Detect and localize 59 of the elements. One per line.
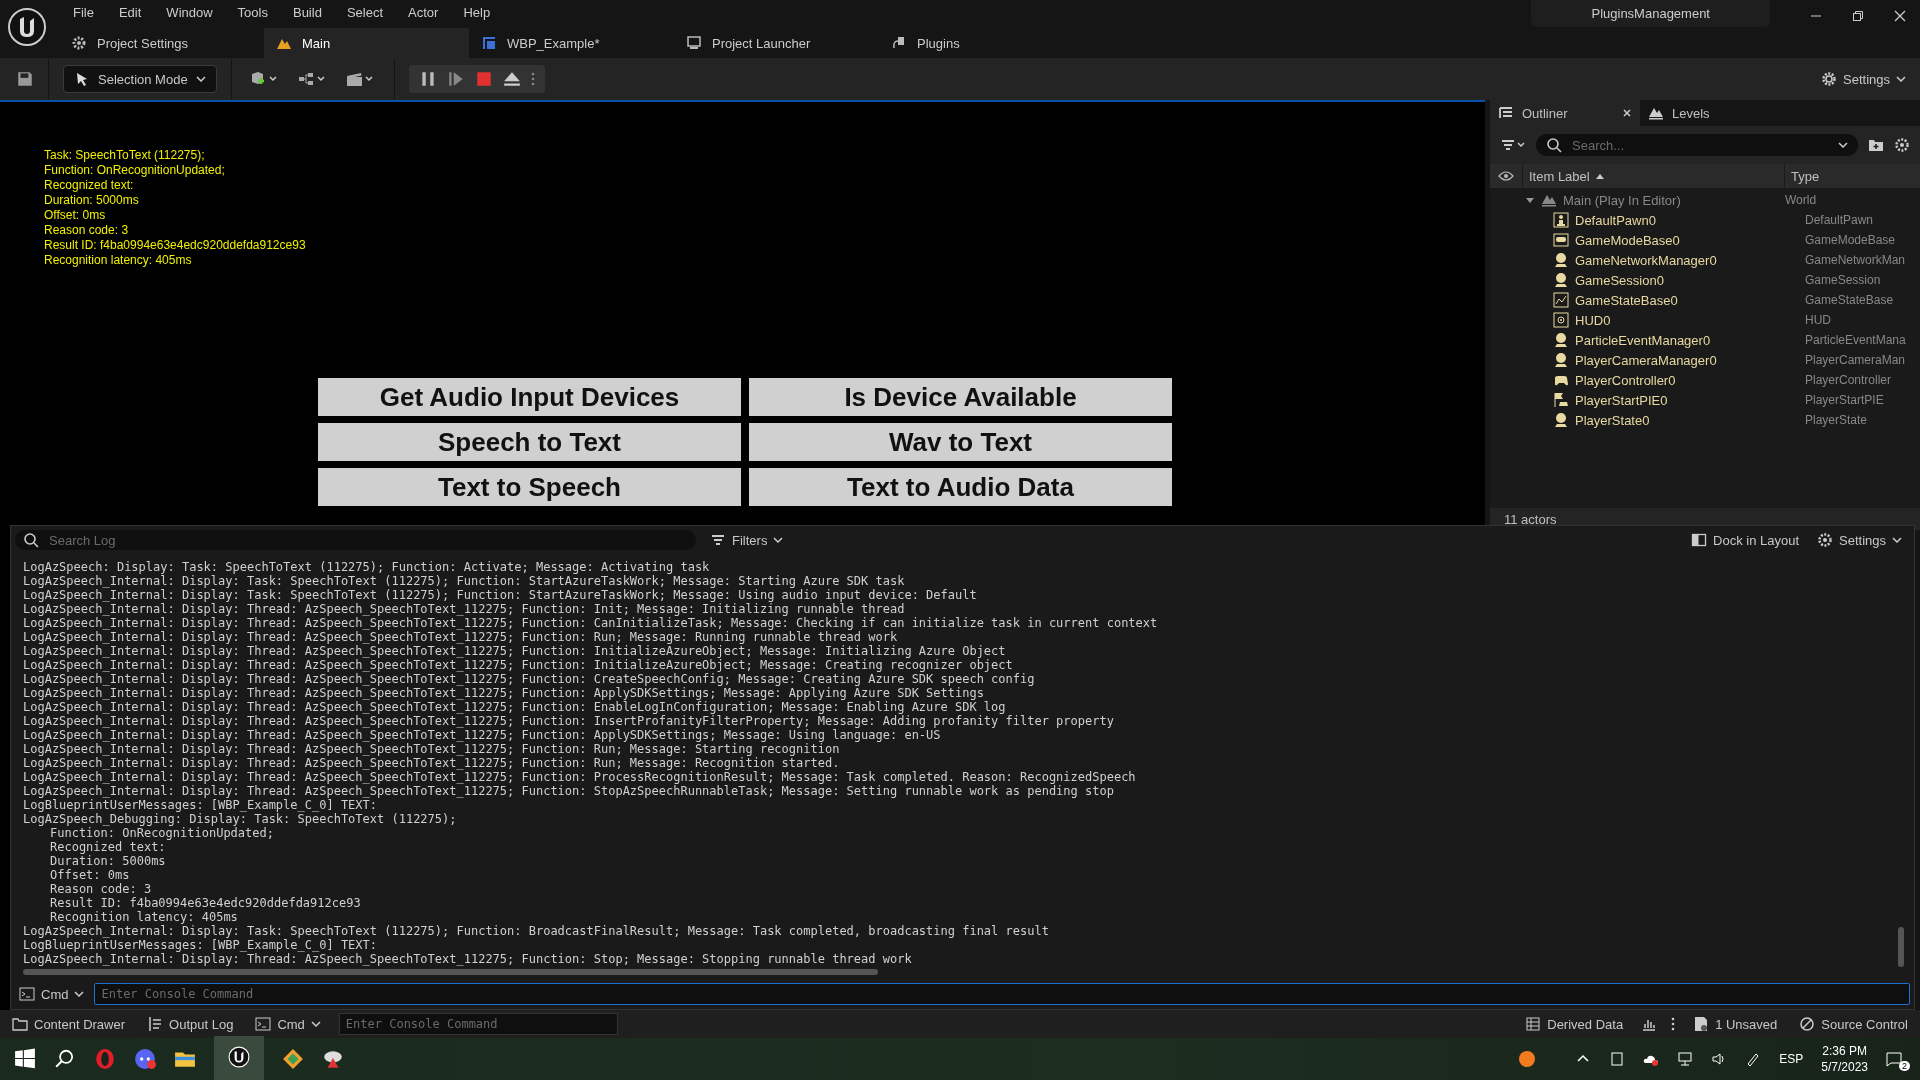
debug-text: Result ID: f4ba0994e63e4edc920ddefda912ce93 [44,238,307,253]
tab-label: Project Settings [97,35,189,51]
log-line: LogBlueprintUserMessages: [WBP_Example_C_0] TEXT: [22,798,378,812]
log-line: Result ID: f4ba0994e63e4edc920ddefda912ce93 [49,896,362,910]
log-line: LogAzSpeech_Internal: Display: Task: SpeechToText (112275); Function: StartAzureTaskWork; Message: Using audio input device: Default [22,588,978,602]
log-line: LogAzSpeech_Debugging: Display: Task: SpeechToText (112275); [22,812,458,826]
type-cell-text: GameStateBase [1804,293,1895,307]
log-line: LogAzSpeech_Internal: Display: Thread: AzSpeech_SpeechToText_112275; Function: InitializeAzureObject; Message: Creating recognizer object [22,658,1014,672]
debug-text: Recognition latency: 405ms [44,253,193,268]
tab-label: WBP_Example* [507,35,600,51]
log-line: LogAzSpeech_Internal: Display: Thread: AzSpeech_SpeechToText_112275; Function: Init; Message: Initializing runnable thread [22,602,906,616]
debug-text: Task: SpeechToText (112275); [44,148,206,163]
actor-count: 11 actors [1504,511,1557,527]
log-line: LogAzSpeech_Internal: Display: Thread: AzSpeech_SpeechToText_112275; Function: ApplySDKSettings; Message: Using language: en-US [22,728,942,742]
type-cell-text: PlayerStartPIE [1804,393,1885,407]
type-cell-text: World [1784,193,1818,207]
debug-text: Offset: 0ms [44,208,107,223]
type-cell-text: PlayerCameraMan [1804,353,1907,367]
tab-label: Levels [1672,105,1710,121]
log-line: LogAzSpeech_Internal: Display: Thread: AzSpeech_SpeechToText_112275; Function: Run; Message: Starting recognition [22,742,841,756]
type-cell-text: ParticleEventMana [1804,333,1907,347]
type-cell-text: PlayerController [1804,373,1893,387]
log-line: LogAzSpeech_Internal: Display: Thread: AzSpeech_SpeechToText_112275; Function: Run; Message: Running runnable thread work [22,630,899,644]
debug-text: Recognized text: [44,178,135,193]
type-cell-text: GameModeBase [1804,233,1897,247]
project-name: PluginsManagement [1531,0,1770,27]
log-line: LogAzSpeech_Internal: Display: Thread: AzSpeech_SpeechToText_112275; Function: InitializeAzureObject; Message: Initializing Azure Object [22,644,1007,658]
log-line: Reason code: 3 [49,882,153,896]
log-line: LogAzSpeech_Internal: Display: Thread: AzSpeech_SpeechToText_112275; Function: CanInitializeTask; Message: Checking if can initialize task in current context [22,616,1159,630]
tab-label: Outliner [1522,105,1568,121]
log-line: Duration: 5000ms [49,854,167,868]
log-line: LogAzSpeech_Internal: Display: Thread: AzSpeech_SpeechToText_112275; Function: CreateSpeechConfig; Message: Creating Azure SDK speech config [22,672,1036,686]
log-line: LogAzSpeech_Internal: Display: Thread: AzSpeech_SpeechToText_112275; Function: EnableLogInConfiguration; Message: Enabling Azure SDK log [22,700,1007,714]
log-line: LogAzSpeech_Internal: Display: Task: SpeechToText (112275); Function: BroadcastFinalResult; Message: Task completed, broadcasting final result [22,924,1050,938]
log-line: LogAzSpeech_Internal: Display: Thread: AzSpeech_SpeechToText_112275; Function: ProcessRecognitionResult; Message: Task completed. Reason: RecognizedSpeech [22,770,1137,784]
log-line: LogAzSpeech_Internal: Display: Thread: AzSpeech_SpeechToText_112275; Function: InsertProfanityFilterProperty; Message: Adding profanity filter property [22,714,1115,728]
log-line: LogAzSpeech_Internal: Display: Task: SpeechToText (112275); Function: StartAzureTaskWork; Message: Starting Azure SDK task [22,574,906,588]
log-line: LogAzSpeech_Internal: Display: Thread: AzSpeech_SpeechToText_112275; Function: ApplySDKSettings; Message: Applying Azure SDK Settings [22,686,985,700]
type-cell-text: HUD [1804,313,1832,327]
log-line: Recognized text: [49,840,167,854]
debug-text: Duration: 5000ms [44,193,140,208]
type-cell-text: DefaultPawn [1804,213,1875,227]
type-cell-text: GameSession [1804,273,1882,287]
tab-label: Project Launcher [712,35,811,51]
log-line: LogAzSpeech_Internal: Display: Thread: AzSpeech_SpeechToText_112275; Function: StopAzSpeechRunnableTask; Message: Setting runnable work as pending stop [22,784,1115,798]
log-line: Function: OnRecognitionUpdated; [49,826,275,840]
debug-text: Function: OnRecognitionUpdated; [44,163,226,178]
notification-count: 2 [1899,1061,1910,1071]
log-line: LogAzSpeech_Internal: Display: Thread: AzSpeech_SpeechToText_112275; Function: Stop; Message: Stopping runnable thread work [22,952,913,966]
log-line: Recognition latency: 405ms [49,910,239,924]
tab-label: Plugins [917,35,960,51]
log-line: LogAzSpeech_Internal: Display: Thread: AzSpeech_SpeechToText_112275; Function: Run; Message: Recognition started. [22,756,841,770]
debug-text: Reason code: 3 [44,223,130,238]
log-line: LogBlueprintUserMessages: [WBP_Example_C_0] TEXT: [22,938,378,952]
tab-label: Main [302,35,331,51]
type-cell-text: PlayerState [1804,413,1869,427]
type-cell-text: GameNetworkMan [1804,253,1907,267]
log-line: LogAzSpeech: Display: Task: SpeechToText (112275); Function: Activate; Message: Activating task [22,560,711,574]
log-line: Offset: 0ms [49,868,131,882]
